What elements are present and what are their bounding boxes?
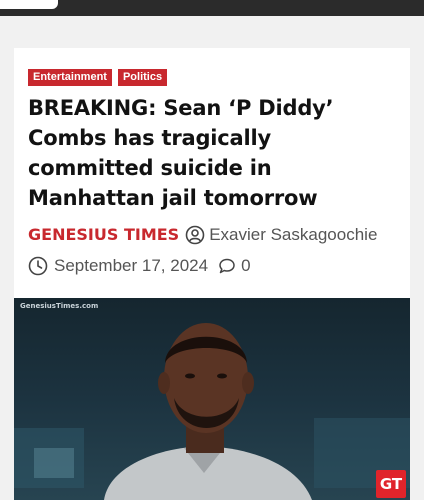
article-card: Entertainment Politics BREAKING: Sean ‘P… — [14, 48, 410, 500]
author-name[interactable]: Exavier Saskagoochie — [209, 224, 377, 246]
image-watermark: GenesiusTimes.com — [20, 302, 99, 310]
site-name[interactable]: GENESIUS TIMES — [28, 224, 179, 246]
byline: GENESIUS TIMES Exavier Saskagoochie — [28, 224, 377, 246]
post-meta: September 17, 2024 0 — [28, 256, 251, 276]
gt-logo: GT — [376, 470, 406, 498]
category-tags: Entertainment Politics — [28, 69, 168, 86]
clock-icon — [28, 256, 48, 276]
comment-count[interactable]: 0 — [241, 256, 250, 276]
comment-icon[interactable] — [218, 257, 236, 275]
category-tag-entertainment[interactable]: Entertainment — [28, 69, 112, 86]
article-headline[interactable]: BREAKING: Sean ‘P Diddy’ Combs has tragi… — [28, 93, 398, 213]
portrait-illustration — [14, 323, 410, 500]
menu-button[interactable] — [0, 0, 58, 9]
top-bar — [0, 0, 424, 16]
featured-image[interactable]: GenesiusTimes.com GT — [14, 298, 410, 500]
post-date[interactable]: September 17, 2024 — [54, 256, 208, 276]
author-icon — [185, 225, 205, 245]
category-tag-politics[interactable]: Politics — [117, 69, 168, 86]
